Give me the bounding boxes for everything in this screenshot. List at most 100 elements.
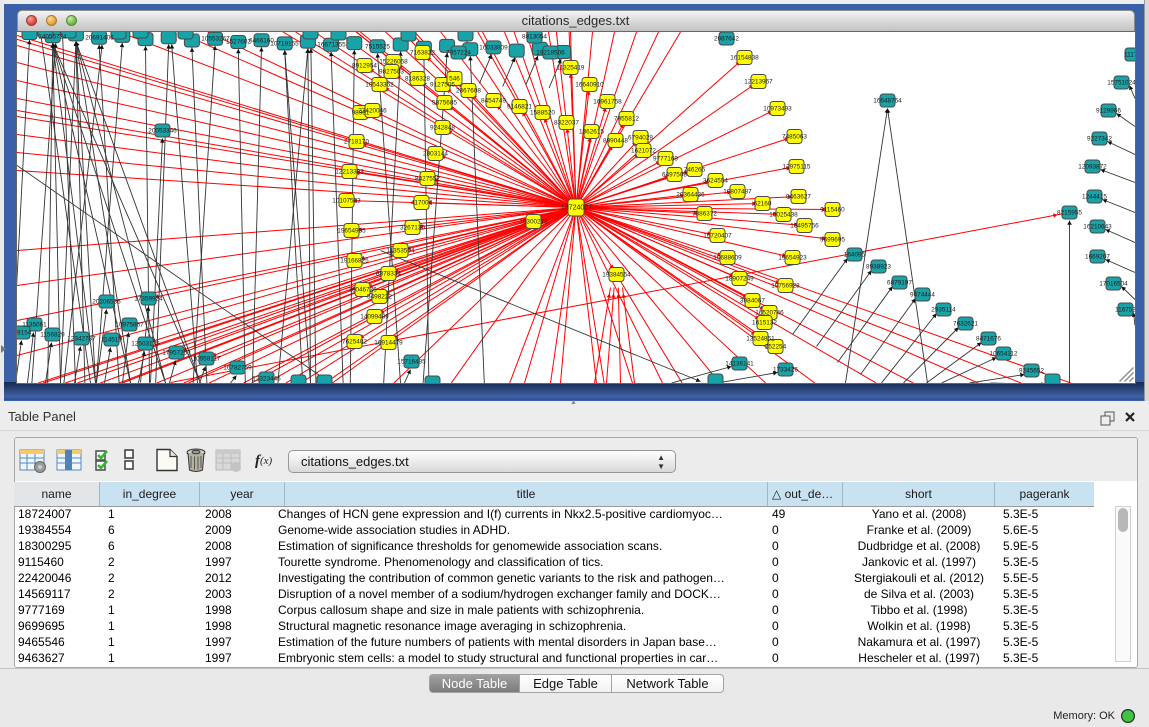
svg-text:18907249: 18907249	[725, 275, 754, 282]
svg-text:16914479: 16914479	[374, 339, 403, 346]
svg-text:1615132: 1615132	[752, 319, 777, 326]
svg-text:9127505: 9127505	[430, 81, 455, 88]
svg-text:8454749: 8454749	[481, 97, 506, 104]
svg-text:2367608: 2367608	[456, 87, 481, 94]
svg-text:12213967: 12213967	[744, 78, 773, 85]
svg-text:9245652: 9245652	[1019, 367, 1044, 374]
svg-text:17957253: 17957253	[162, 349, 191, 356]
svg-text:8186328: 8186328	[405, 75, 430, 82]
svg-text:546: 546	[449, 75, 460, 82]
svg-text:20364436: 20364436	[676, 191, 705, 198]
svg-text:15751024: 15751024	[1107, 79, 1135, 86]
svg-text:8813054: 8813054	[522, 33, 547, 40]
svg-text:1156829: 1156829	[40, 331, 65, 338]
svg-text:2803144: 2803144	[423, 150, 448, 157]
svg-text:8912954: 8912954	[352, 62, 377, 69]
svg-text:1588520: 1588520	[530, 109, 555, 116]
svg-text:7163822: 7163822	[410, 49, 435, 56]
svg-text:(x): (x)	[260, 455, 273, 467]
svg-text:17359924: 17359924	[134, 295, 163, 302]
svg-text:17016504: 17016504	[1099, 280, 1128, 287]
svg-text:16210643: 16210643	[1083, 223, 1112, 230]
svg-text:9227342: 9227342	[1087, 135, 1112, 142]
svg-text:10688609: 10688609	[713, 254, 742, 261]
svg-text:1669207: 1669207	[1085, 253, 1110, 260]
svg-text:16520746: 16520746	[755, 309, 784, 316]
svg-text:12213383: 12213383	[335, 168, 364, 175]
svg-text:10543362: 10543362	[365, 81, 394, 88]
svg-text:9115460: 9115460	[820, 206, 845, 213]
svg-text:12323446: 12323446	[252, 375, 281, 382]
svg-text:10958117: 10958117	[192, 355, 220, 362]
svg-text:14136141: 14136141	[725, 360, 754, 367]
svg-text:10025438: 10025438	[769, 211, 798, 218]
svg-text:8938923: 8938923	[866, 263, 891, 270]
svg-text:9474444: 9474444	[910, 291, 935, 298]
svg-text:9146821: 9146821	[507, 103, 532, 110]
svg-text:9827503: 9827503	[379, 68, 404, 75]
svg-text:15300273: 15300273	[519, 218, 548, 225]
svg-text:39154: 39154	[17, 329, 32, 336]
svg-text:13524851: 13524851	[746, 335, 775, 342]
svg-text:19384554: 19384554	[602, 271, 631, 278]
svg-text:20206536: 20206536	[92, 298, 121, 305]
svg-text:16961758: 16961758	[593, 98, 622, 105]
svg-text:16154838: 16154838	[730, 54, 759, 61]
svg-text:2087642: 2087642	[714, 35, 739, 42]
svg-text:10975867: 10975867	[115, 321, 144, 328]
svg-text:8215955: 8215955	[1057, 209, 1082, 216]
svg-text:22420046: 22420046	[358, 107, 387, 114]
svg-text:7515525: 7515525	[365, 43, 390, 50]
svg-text:252254: 252254	[764, 343, 786, 350]
svg-text:1362615: 1362615	[579, 128, 604, 135]
svg-text:1135061: 1135061	[22, 321, 47, 328]
svg-text:9463627: 9463627	[786, 193, 811, 200]
svg-text:14099489: 14099489	[360, 313, 389, 320]
svg-text:15720407: 15720407	[703, 232, 732, 239]
svg-text:7632621: 7632621	[953, 320, 978, 327]
svg-text:7955812: 7955812	[614, 115, 639, 122]
svg-text:1621072: 1621072	[631, 147, 656, 154]
svg-text:62160: 62160	[753, 200, 771, 207]
svg-text:7386372: 7386372	[692, 210, 717, 217]
svg-text:8427552: 8427552	[415, 175, 440, 182]
svg-text:6879197: 6879197	[887, 279, 912, 286]
svg-text:15716485: 15716485	[397, 358, 426, 365]
svg-text:16033809: 16033809	[479, 44, 508, 51]
svg-text:10107553: 10107553	[332, 197, 361, 204]
svg-text:10973493: 10973493	[763, 105, 792, 112]
svg-text:15226058: 15226058	[379, 58, 408, 65]
svg-text:5498222: 5498222	[367, 293, 392, 300]
svg-text:3267130: 3267130	[400, 224, 425, 231]
svg-text:417004: 417004	[410, 199, 432, 206]
svg-text:11325419: 11325419	[556, 64, 584, 71]
svg-text:1244415: 1244415	[1082, 193, 1107, 200]
svg-text:7485063: 7485063	[782, 133, 807, 140]
svg-text:6794028: 6794028	[628, 134, 653, 141]
svg-text:14055724: 14055724	[38, 33, 67, 40]
svg-text:2718170: 2718170	[344, 138, 369, 145]
svg-text:8878334: 8878334	[376, 270, 401, 277]
svg-text:19654985: 19654985	[337, 227, 366, 234]
svg-text:2935114: 2935114	[931, 306, 956, 313]
svg-text:20691406: 20691406	[85, 34, 114, 41]
svg-text:8990448: 8990448	[603, 137, 628, 144]
svg-text:12342737: 12342737	[67, 335, 96, 342]
svg-text:746266: 746266	[683, 166, 705, 173]
svg-text:8471676: 8471676	[976, 335, 1001, 342]
svg-text:116753: 116753	[1115, 306, 1135, 313]
svg-text:12975115: 12975115	[782, 163, 810, 170]
svg-text:7357224: 7357224	[446, 49, 471, 56]
svg-text:18724007: 18724007	[560, 204, 591, 211]
svg-text:164095: 164095	[843, 251, 865, 258]
svg-text:10807487: 10807487	[723, 188, 752, 195]
svg-text:16782759: 16782759	[223, 364, 252, 371]
svg-text:11170: 11170	[1124, 51, 1135, 58]
svg-text:11353594: 11353594	[386, 247, 414, 254]
svg-text:19654923: 19654923	[778, 254, 807, 261]
svg-text:7625402: 7625402	[342, 338, 367, 345]
svg-text:1733426: 1733426	[773, 366, 798, 373]
svg-text:9129966: 9129966	[1096, 107, 1121, 114]
svg-text:12503135: 12503135	[131, 340, 160, 347]
svg-text:9777169: 9777169	[653, 155, 678, 162]
